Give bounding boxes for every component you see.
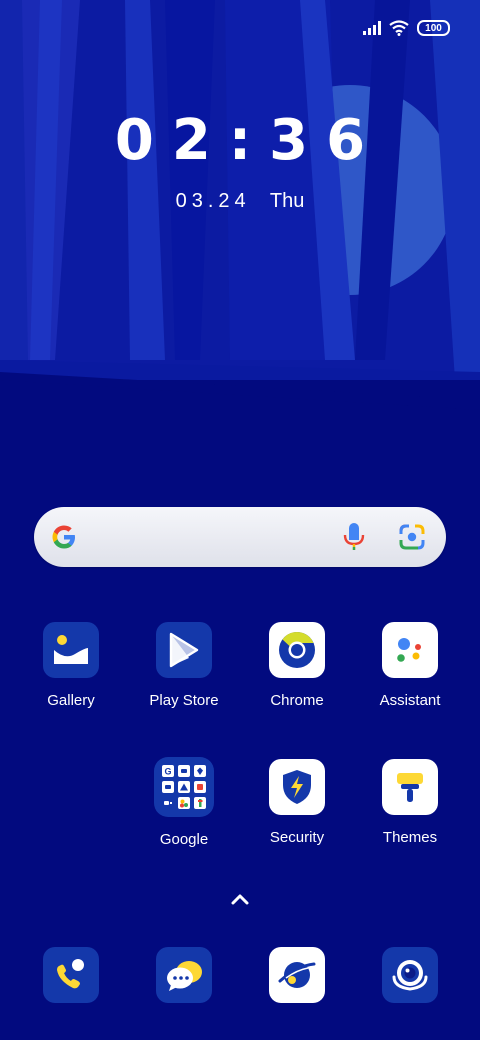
gallery-icon — [54, 635, 88, 664]
play-store-icon — [169, 632, 199, 668]
camera-tile[interactable] — [382, 947, 438, 1003]
google-search-bar[interactable] — [34, 507, 446, 567]
messages-icon — [167, 961, 202, 991]
assistant-icon — [397, 638, 421, 662]
microphone-icon[interactable] — [342, 522, 366, 552]
shield-icon — [283, 770, 311, 804]
svg-text:G: G — [164, 767, 171, 777]
google-logo-icon — [52, 525, 75, 549]
app-label: Security — [269, 829, 325, 846]
chevron-up-icon[interactable] — [228, 890, 252, 908]
dock-messages[interactable] — [129, 947, 239, 1003]
date: 03.24 — [175, 190, 251, 212]
app-chrome[interactable]: Chrome — [242, 622, 352, 709]
app-gallery[interactable]: Gallery — [16, 622, 126, 709]
gallery-tile[interactable] — [43, 622, 99, 678]
paint-roller-icon — [397, 773, 423, 802]
phone-tile[interactable] — [43, 947, 99, 1003]
app-assistant[interactable]: Assistant — [355, 622, 465, 709]
app-label: Gallery — [47, 692, 95, 709]
chrome-icon — [279, 632, 315, 668]
app-label: Play Store — [149, 692, 219, 709]
google-folder-icon: G — [162, 765, 206, 809]
weekday: Thu — [269, 190, 305, 212]
app-label: Assistant — [379, 692, 441, 709]
assistant-tile[interactable] — [382, 622, 438, 678]
app-themes[interactable]: Themes — [355, 759, 465, 846]
app-folder-google[interactable]: G Google — [129, 757, 239, 848]
battery-level: 100 — [425, 22, 442, 34]
play-store-tile[interactable] — [156, 622, 212, 678]
chrome-tile[interactable] — [269, 622, 325, 678]
app-security[interactable]: Security — [242, 759, 352, 846]
google-lens-icon[interactable] — [398, 523, 426, 551]
dock-browser[interactable] — [242, 947, 352, 1003]
google-folder-tile[interactable]: G — [154, 757, 214, 817]
dock-phone[interactable] — [16, 947, 126, 1003]
phone-icon — [57, 959, 84, 989]
dock-camera[interactable] — [355, 947, 465, 1003]
security-tile[interactable] — [269, 759, 325, 815]
messages-tile[interactable] — [156, 947, 212, 1003]
battery-indicator: 100 — [417, 20, 450, 36]
browser-tile[interactable] — [269, 947, 325, 1003]
app-play-store[interactable]: Play Store — [129, 622, 239, 709]
clock-time[interactable]: 02:36 — [0, 108, 480, 173]
app-label: Themes — [382, 829, 438, 846]
date-row[interactable]: 03.24 Thu — [0, 190, 480, 213]
app-label: Google — [159, 831, 209, 848]
signal-icon — [363, 21, 381, 35]
themes-tile[interactable] — [382, 759, 438, 815]
status-bar: 100 — [363, 16, 450, 40]
wifi-icon — [389, 20, 409, 36]
camera-icon — [392, 960, 428, 991]
planet-browser-icon — [278, 962, 316, 988]
app-label: Chrome — [270, 692, 324, 709]
